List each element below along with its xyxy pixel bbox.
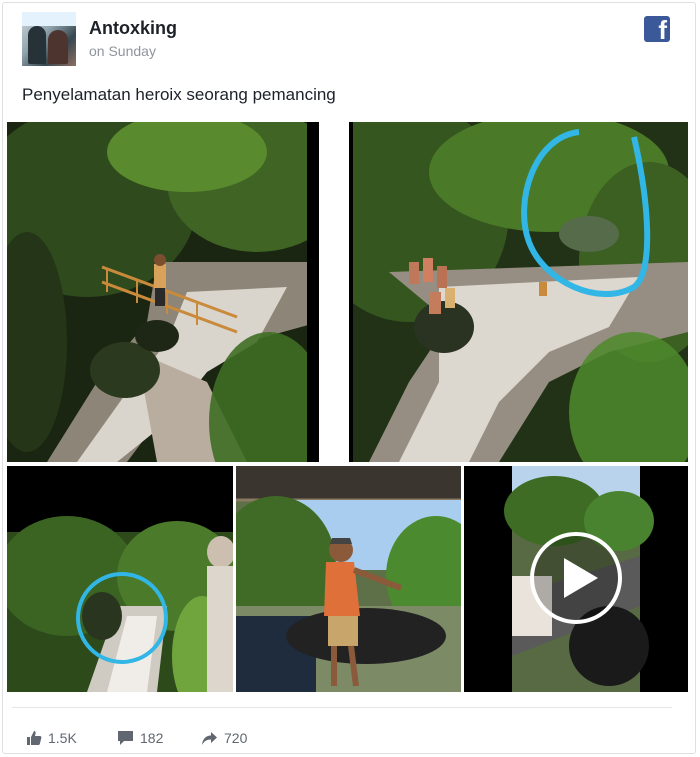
share-icon: [202, 732, 217, 745]
comment-icon: [118, 731, 133, 745]
footer-divider: [12, 707, 672, 708]
likes-count[interactable]: 1.5K: [26, 727, 77, 749]
comments-count[interactable]: 182: [117, 727, 163, 749]
man-on-motorbike-photo[interactable]: [236, 466, 461, 692]
post-caption: Penyelamatan heroix seorang pemancing: [22, 85, 336, 104]
facebook-icon: f: [644, 16, 670, 42]
river-rescue-photo-3[interactable]: [7, 466, 233, 692]
river-rescue-photo-1[interactable]: [7, 122, 319, 462]
shares-count[interactable]: 720: [201, 727, 247, 749]
author-name[interactable]: Antoxking: [89, 18, 177, 39]
like-icon: [27, 731, 42, 745]
likes-value: 1.5K: [48, 730, 77, 746]
shares-value: 720: [224, 730, 248, 746]
river-rescue-photo-2[interactable]: [349, 122, 688, 462]
video-thumbnail[interactable]: [464, 466, 688, 692]
play-icon[interactable]: [554, 556, 598, 600]
author-avatar[interactable]: [22, 12, 76, 66]
comments-value: 182: [140, 730, 164, 746]
post-timestamp[interactable]: on Sunday: [89, 43, 156, 59]
